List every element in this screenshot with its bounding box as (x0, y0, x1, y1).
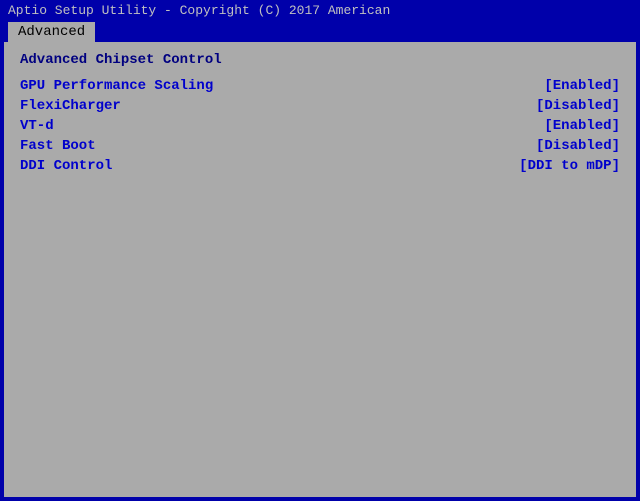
settings-row[interactable]: GPU Performance Scaling [Enabled] (20, 78, 620, 94)
setting-value: [Enabled] (544, 78, 620, 94)
tab-bar: Advanced (0, 20, 640, 42)
main-content: Advanced Chipset Control GPU Performance… (4, 42, 636, 497)
setting-label: Fast Boot (20, 138, 96, 154)
settings-row[interactable]: DDI Control [DDI to mDP] (20, 158, 620, 174)
setting-label: DDI Control (20, 158, 112, 174)
setting-label: VT-d (20, 118, 54, 134)
tab-advanced[interactable]: Advanced (8, 22, 95, 42)
top-bar-title: Aptio Setup Utility - Copyright (C) 2017… (8, 3, 390, 18)
setting-value: [DDI to mDP] (519, 158, 620, 174)
settings-list: GPU Performance Scaling [Enabled] FlexiCha… (20, 78, 620, 174)
setting-label: FlexiCharger (20, 98, 121, 114)
settings-row[interactable]: VT-d [Enabled] (20, 118, 620, 134)
setting-value: [Disabled] (536, 138, 620, 154)
settings-row[interactable]: Fast Boot [Disabled] (20, 138, 620, 154)
top-bar: Aptio Setup Utility - Copyright (C) 2017… (0, 0, 640, 20)
setting-value: [Enabled] (544, 118, 620, 134)
setting-value: [Disabled] (536, 98, 620, 114)
section-title: Advanced Chipset Control (20, 52, 620, 68)
settings-row[interactable]: FlexiCharger [Disabled] (20, 98, 620, 114)
setting-label: GPU Performance Scaling (20, 78, 213, 94)
